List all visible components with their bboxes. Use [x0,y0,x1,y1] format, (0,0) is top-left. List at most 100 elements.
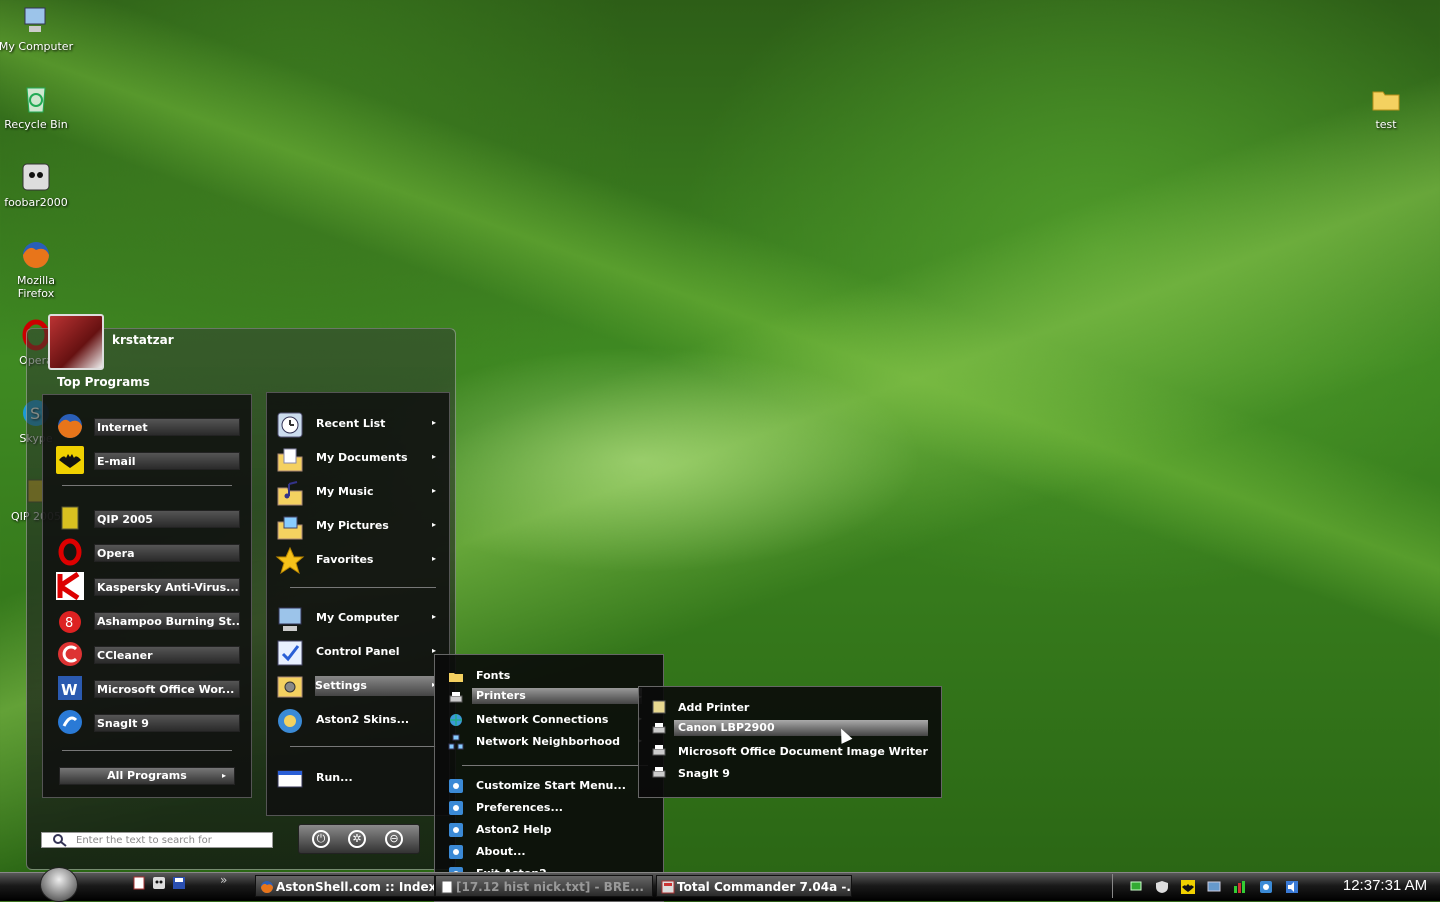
search-input[interactable]: Enter the text to search for [41,832,273,848]
printer-item-canon-lbp2900[interactable]: Canon LBP2900 [652,720,928,740]
svg-text:8: 8 [65,616,73,631]
system-tray [1112,874,1327,898]
submenu-item-label: Customize Start Menu... [476,779,626,792]
shutdown-icon[interactable]: ⏻ [312,830,330,848]
batman-tray-icon[interactable] [1181,880,1195,894]
menu-item-settings[interactable]: Settings ▸ [275,672,440,702]
all-programs-label: All Programs [107,769,187,782]
menu-item-recent-list[interactable]: Recent List ▸ [275,410,440,440]
username-label: krstatzar [112,333,174,347]
menu-item-label: My Computer [316,611,399,624]
submenu-item-printers[interactable]: Printers ▸ [448,688,648,708]
word-icon: W [58,676,82,700]
printer-item-label: Microsoft Office Document Image Writer [678,745,928,758]
places-separator [290,746,436,747]
menu-item-aston2-skins[interactable]: Aston2 Skins... [275,706,440,736]
total-commander-icon [661,880,675,894]
program-qip[interactable]: QIP 2005 [56,506,240,530]
chevron-right-icon: ▸ [431,520,436,529]
program-label: QIP 2005 [94,510,240,528]
menu-item-my-computer[interactable]: My Computer ▸ [275,604,440,634]
menu-item-my-documents[interactable]: My Documents ▸ [275,444,440,474]
quick-launch-overflow[interactable]: » [220,873,227,887]
firefox-icon [261,881,273,893]
taskbar-button-label: [17.12 hist nick.txt] - BRE... [456,880,644,894]
program-internet[interactable]: Internet [56,414,240,438]
desktop-icon-test-folder[interactable]: test [1348,82,1424,131]
program-label: SnagIt 9 [94,714,240,732]
menu-item-my-pictures[interactable]: My Pictures ▸ [275,512,440,542]
program-word[interactable]: W Microsoft Office Wor... [56,676,240,700]
menu-item-label: Recent List [316,417,386,430]
desktop-icon-label: test [1375,118,1397,131]
menu-item-favorites[interactable]: Favorites ▸ [275,546,440,576]
menu-item-run[interactable]: Run... [275,764,440,794]
taskbar-clock[interactable]: 12:37:31 AM [1330,874,1440,898]
program-email[interactable]: E-mail [56,446,240,474]
quick-launch-save-icon[interactable] [172,876,186,890]
desktop-icon-label: Mozilla Firefox [17,274,55,300]
submenu-item-label: Network Connections [476,713,609,726]
menu-item-label: My Documents [316,451,408,464]
submenu-item-network-connections[interactable]: Network Connections ▸ [448,710,648,730]
taskbar-button-total-commander[interactable]: Total Commander 7.04a -... [656,875,852,897]
logoff-icon[interactable]: ⊖ [385,830,403,848]
add-printer-icon [652,700,666,714]
submenu-item-aston2-help[interactable]: Aston2 Help [448,820,648,840]
desktop-icon-foobar[interactable]: foobar2000 [0,160,74,209]
taskbar-button-notepad[interactable]: [17.12 hist nick.txt] - BRE... [435,875,653,897]
menu-item-my-music[interactable]: My Music ▸ [275,478,440,508]
aston-icon [449,823,463,837]
program-opera[interactable]: Opera [56,538,240,566]
printer-icon [652,745,666,756]
kaspersky-icon [56,572,84,600]
notepad-icon [441,880,453,894]
control-panel-icon [277,640,303,666]
quick-launch-document-icon[interactable] [132,876,146,890]
taskbar-button-label: AstonShell.com :: Index -... [276,880,435,894]
taskbar-button-astonshell[interactable]: AstonShell.com :: Index -... [255,875,435,897]
desktop-icon-label: Recycle Bin [4,118,68,131]
submenu-item-about[interactable]: About... [448,842,648,862]
submenu-item-label: Fonts [476,669,511,682]
program-label: Opera [94,544,240,562]
desktop-icon-recycle-bin[interactable]: Recycle Bin [0,82,74,131]
security-tray-icon[interactable] [1155,880,1169,894]
network-tray-icon[interactable] [1129,880,1143,894]
printer-item-snagit[interactable]: SnagIt 9 [652,764,928,784]
menu-item-label: Run... [316,771,353,784]
submenu-item-label: Printers [472,688,642,704]
desktop-icon-my-computer[interactable]: My Computer [0,4,74,53]
volume-tray-icon[interactable] [1285,880,1299,894]
opera-icon [58,538,82,566]
restart-icon[interactable]: ✲ [348,830,366,848]
desktop-icon-firefox[interactable]: Mozilla Firefox [0,238,74,300]
submenu-separator [462,765,648,766]
submenu-item-customize-start-menu[interactable]: Customize Start Menu... [448,776,648,796]
start-button[interactable] [40,867,78,902]
all-programs-button[interactable]: All Programs ▸ [59,767,235,785]
power-buttons: ⏻ ✲ ⊖ [298,824,420,854]
menu-item-control-panel[interactable]: Control Panel ▸ [275,638,440,668]
submenu-item-preferences[interactable]: Preferences... [448,798,648,818]
printer-item-add-printer[interactable]: Add Printer [652,698,928,718]
meter-tray-icon[interactable] [1233,880,1247,894]
printer-item-ms-office-image-writer[interactable]: Microsoft Office Document Image Writer [652,742,928,762]
my-computer-icon [24,7,46,32]
aston-tray-icon[interactable] [1259,880,1273,894]
monitor-tray-icon[interactable] [1207,880,1221,894]
program-kaspersky[interactable]: Kaspersky Anti-Virus... [56,572,240,600]
program-ccleaner[interactable]: CCleaner [56,642,240,666]
programs-separator [62,750,232,751]
printer-item-label: SnagIt 9 [678,767,730,780]
submenu-item-fonts[interactable]: Fonts [448,666,648,686]
printer-icon [652,767,666,778]
submenu-item-network-neighborhood[interactable]: Network Neighborhood ▸ [448,732,648,752]
program-ashampoo[interactable]: 8 Ashampoo Burning St... [56,610,240,633]
program-label: CCleaner [94,646,240,664]
quick-launch-foobar-icon[interactable] [152,876,166,890]
firefox-icon [58,414,82,438]
user-avatar[interactable] [48,314,104,370]
program-snagit[interactable]: SnagIt 9 [56,710,240,734]
run-icon [277,770,303,788]
